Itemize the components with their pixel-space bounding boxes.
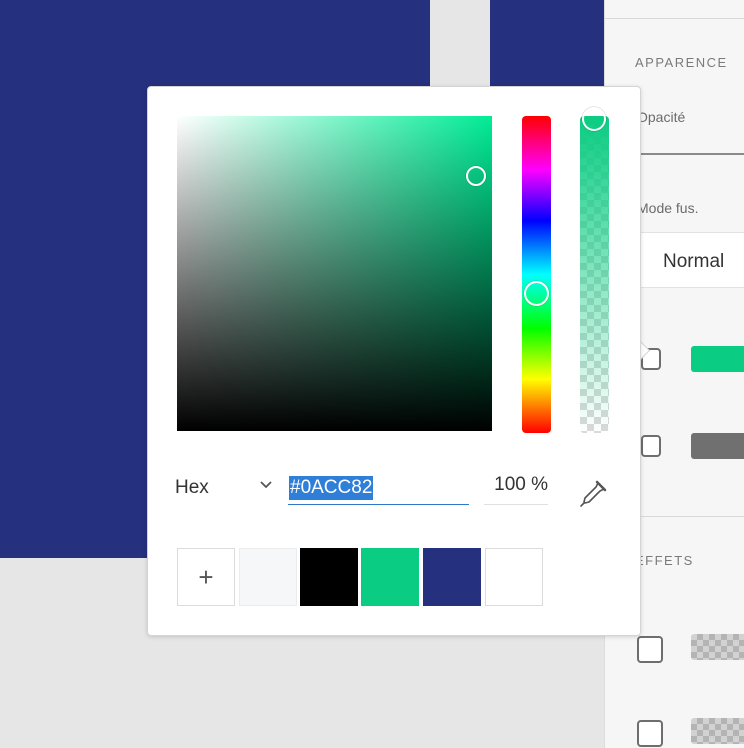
color-picker-popover: Hex #0ACC82 100 % +	[147, 86, 641, 636]
swatch-black[interactable]	[300, 548, 358, 606]
divider	[605, 18, 744, 19]
appearance-section-title: APPARENCE	[635, 55, 728, 70]
add-swatch-button[interactable]: +	[177, 548, 235, 606]
swatch-white[interactable]	[485, 548, 543, 606]
effect-checkbox-2[interactable]	[637, 720, 663, 747]
blend-mode-select[interactable]: Normal	[635, 232, 744, 288]
plus-icon: +	[198, 562, 214, 592]
hex-value-selected: #0ACC82	[289, 476, 374, 500]
hue-handle[interactable]	[524, 281, 549, 306]
eyedropper-icon[interactable]	[578, 479, 608, 509]
blend-mode-value: Normal	[663, 251, 725, 272]
fill-color-swatch[interactable]	[691, 346, 744, 372]
swatch-navy[interactable]	[423, 548, 481, 606]
opacity-input[interactable]: 100 %	[484, 474, 548, 505]
border-color-swatch[interactable]	[691, 433, 744, 459]
alpha-slider[interactable]	[580, 116, 609, 433]
effect-swatch-2[interactable]	[691, 718, 744, 744]
saturation-value-area[interactable]	[177, 116, 492, 431]
border-checkbox[interactable]	[641, 435, 661, 457]
effects-section-title: EFFETS	[635, 553, 694, 568]
chevron-down-icon[interactable]	[258, 477, 274, 493]
effect-checkbox-1[interactable]	[637, 636, 663, 663]
hue-slider[interactable]	[522, 116, 551, 433]
swatch-light-gray[interactable]	[239, 548, 297, 606]
opacity-slider[interactable]	[635, 153, 744, 155]
artboard-secondary[interactable]	[490, 0, 604, 90]
color-mode-select[interactable]: Hex	[175, 477, 209, 499]
swatch-green[interactable]	[361, 548, 419, 606]
effect-swatch-1[interactable]	[691, 634, 744, 660]
opacity-label: Opacité	[637, 109, 686, 125]
saturation-value-handle[interactable]	[466, 166, 486, 186]
blend-mode-label: Mode fus.	[637, 200, 699, 216]
alpha-handle[interactable]	[582, 107, 606, 131]
